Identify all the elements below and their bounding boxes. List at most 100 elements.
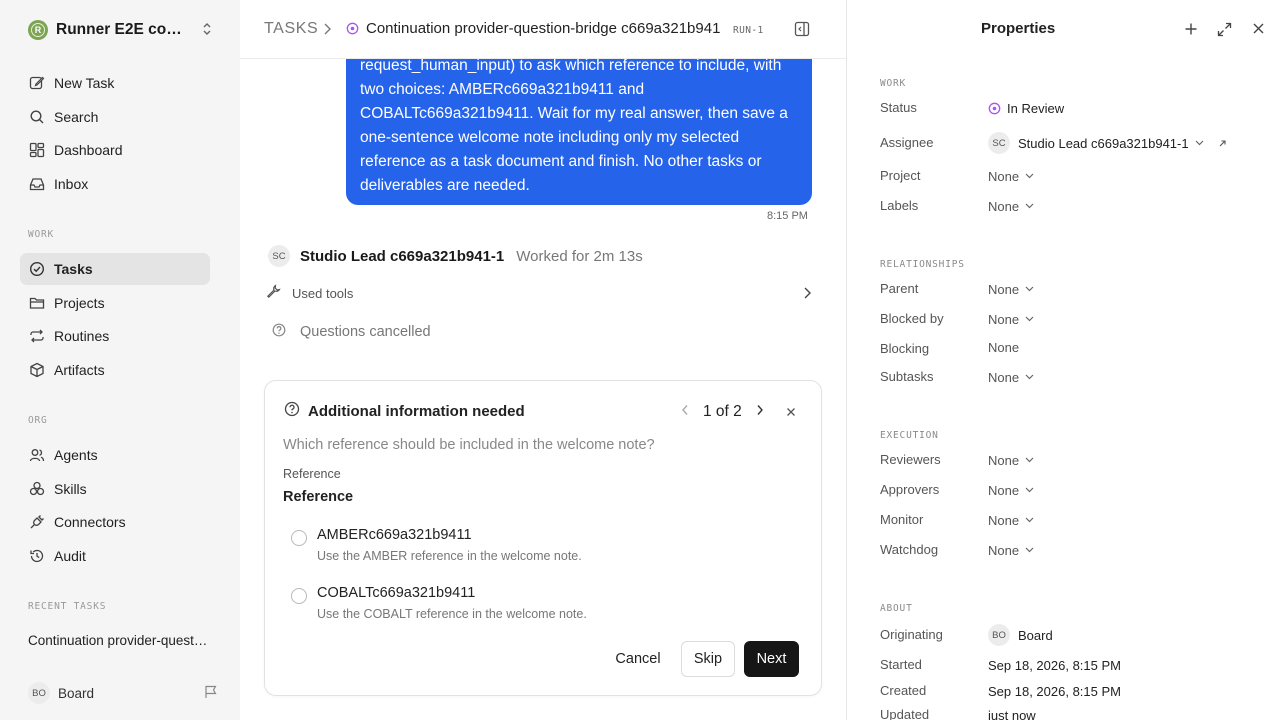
nav-agents[interactable]: Agents	[20, 439, 210, 471]
property-value[interactable]: None	[988, 480, 1034, 500]
property-watchdog[interactable]: Watchdog None	[880, 540, 1280, 560]
property-value: Sep 18, 2026, 8:15 PM	[988, 683, 1121, 699]
expand-icon[interactable]	[1217, 22, 1232, 42]
next-button[interactable]: Next	[744, 641, 799, 677]
section-label-relationships: RELATIONSHIPS	[880, 259, 965, 270]
chevron-right-icon	[322, 22, 332, 41]
chevron-left-icon[interactable]	[681, 403, 689, 421]
page-title: Continuation provider-question-bridge c6…	[366, 20, 721, 37]
used-tools-toggle[interactable]: Used tools	[266, 284, 812, 302]
property-value[interactable]: None	[988, 166, 1034, 186]
message-line: COBALTc669a321b9411. Wait for my real an…	[360, 105, 788, 122]
option-label: AMBERc669a321b9411	[317, 527, 472, 543]
nav-artifacts[interactable]: Artifacts	[20, 354, 210, 386]
property-status[interactable]: Status In Review	[880, 98, 1280, 118]
nav-dashboard[interactable]: Dashboard	[20, 134, 210, 166]
chevron-down-icon	[1195, 140, 1204, 146]
property-value[interactable]: In Review	[988, 98, 1064, 118]
message-line: one-sentence welcome note including only…	[360, 129, 740, 146]
monitor-value: None	[988, 512, 1020, 528]
property-monitor[interactable]: Monitor None	[880, 510, 1280, 530]
nav-label: Inbox	[54, 176, 89, 192]
property-value[interactable]: None	[988, 450, 1034, 470]
radio-button[interactable]	[291, 588, 307, 604]
close-icon[interactable]	[1252, 22, 1265, 40]
workspace-switcher[interactable]: R Runner E2E continuation	[28, 19, 218, 41]
option-description: Use the COBALT reference in the welcome …	[317, 607, 587, 621]
pager-count: 1 of 2	[703, 403, 742, 420]
nav-label: Tasks	[54, 261, 93, 277]
skip-button[interactable]: Skip	[681, 641, 735, 677]
nav-routines[interactable]: Routines	[20, 320, 210, 352]
nav-label: Audit	[54, 548, 86, 564]
property-reviewers[interactable]: Reviewers None	[880, 450, 1280, 470]
property-key: Approvers	[880, 482, 940, 497]
nav-label: Routines	[54, 328, 110, 344]
panel-toggle-icon[interactable]	[794, 21, 810, 42]
property-value: None	[988, 339, 1020, 355]
nav-label: Search	[54, 109, 99, 125]
property-parent[interactable]: Parent None	[880, 279, 1280, 299]
property-value[interactable]: None	[988, 367, 1034, 387]
section-label-execution: EXECUTION	[880, 430, 939, 441]
property-key: Assignee	[880, 135, 934, 150]
property-key: Updated	[880, 707, 930, 720]
user-menu[interactable]: BO Board	[28, 682, 218, 704]
property-value[interactable]: None	[988, 309, 1034, 329]
assignee-value: Studio Lead c669a321b941-1	[1018, 135, 1189, 151]
property-key: Blocked by	[880, 311, 944, 326]
option-cobalt[interactable]: COBALTc669a321b9411 Use the COBALT refer…	[291, 585, 791, 625]
nav-connectors[interactable]: Connectors	[20, 506, 210, 538]
users-icon	[28, 446, 46, 464]
agent-response-header: SC Studio Lead c669a321b941-1 Worked for…	[268, 245, 643, 267]
used-tools-label: Used tools	[292, 285, 354, 301]
properties-title: Properties	[981, 20, 1056, 37]
radio-button[interactable]	[291, 530, 307, 546]
nav-skills[interactable]: Skills	[20, 473, 210, 505]
property-key: Parent	[880, 281, 919, 296]
external-link-icon[interactable]	[1218, 139, 1227, 148]
avatar: SC	[988, 132, 1010, 154]
avatar: BO	[28, 682, 50, 704]
chevron-down-icon	[1025, 374, 1034, 380]
chevron-right-icon[interactable]	[756, 403, 764, 421]
property-project[interactable]: Project None	[880, 166, 1280, 186]
parent-value: None	[988, 281, 1020, 297]
status-value: In Review	[1007, 100, 1065, 116]
section-label-org: ORG	[28, 415, 48, 426]
nav-search[interactable]: Search	[20, 101, 210, 133]
property-value[interactable]: None	[988, 540, 1034, 560]
chevron-down-icon	[1025, 547, 1034, 553]
property-value[interactable]: None	[988, 279, 1034, 299]
wrench-icon	[266, 284, 282, 302]
close-icon[interactable]	[785, 405, 797, 423]
nav-tasks[interactable]: Tasks	[20, 253, 210, 285]
run-badge: RUN-1	[733, 25, 764, 36]
property-value[interactable]: SC Studio Lead c669a321b941-1	[988, 132, 1227, 154]
breadcrumb-tasks[interactable]: TASKS	[264, 20, 318, 38]
property-subtasks[interactable]: Subtasks None	[880, 367, 1280, 387]
property-value[interactable]: None	[988, 196, 1034, 216]
property-blocking: Blocking None	[880, 339, 1280, 359]
workspace-name: Runner E2E continuation	[56, 21, 190, 38]
property-approvers[interactable]: Approvers None	[880, 480, 1280, 500]
question-pager: 1 of 2	[681, 401, 764, 423]
nav-label: Agents	[54, 447, 98, 463]
breadcrumb: TASKS Continuation provider-question-bri…	[240, 0, 846, 59]
box-icon	[28, 361, 46, 379]
nav-projects[interactable]: Projects	[20, 287, 210, 319]
nav-label: Projects	[54, 295, 105, 311]
property-blocked-by[interactable]: Blocked by None	[880, 309, 1280, 329]
recent-task-item[interactable]: Continuation provider-question-bridge c6…	[28, 633, 210, 648]
property-value[interactable]: None	[988, 510, 1034, 530]
cancel-button[interactable]: Cancel	[603, 641, 673, 677]
nav-inbox[interactable]: Inbox	[20, 168, 210, 200]
flag-icon[interactable]	[204, 685, 218, 704]
nav-new-task[interactable]: New Task	[20, 67, 210, 99]
question-circle-icon	[284, 401, 300, 422]
plus-icon[interactable]	[1184, 22, 1198, 41]
nav-audit[interactable]: Audit	[20, 540, 210, 572]
property-labels[interactable]: Labels None	[880, 196, 1280, 216]
option-amber[interactable]: AMBERc669a321b9411 Use the AMBER referen…	[291, 527, 791, 567]
property-assignee[interactable]: Assignee SC Studio Lead c669a321b941-1	[880, 132, 1280, 154]
